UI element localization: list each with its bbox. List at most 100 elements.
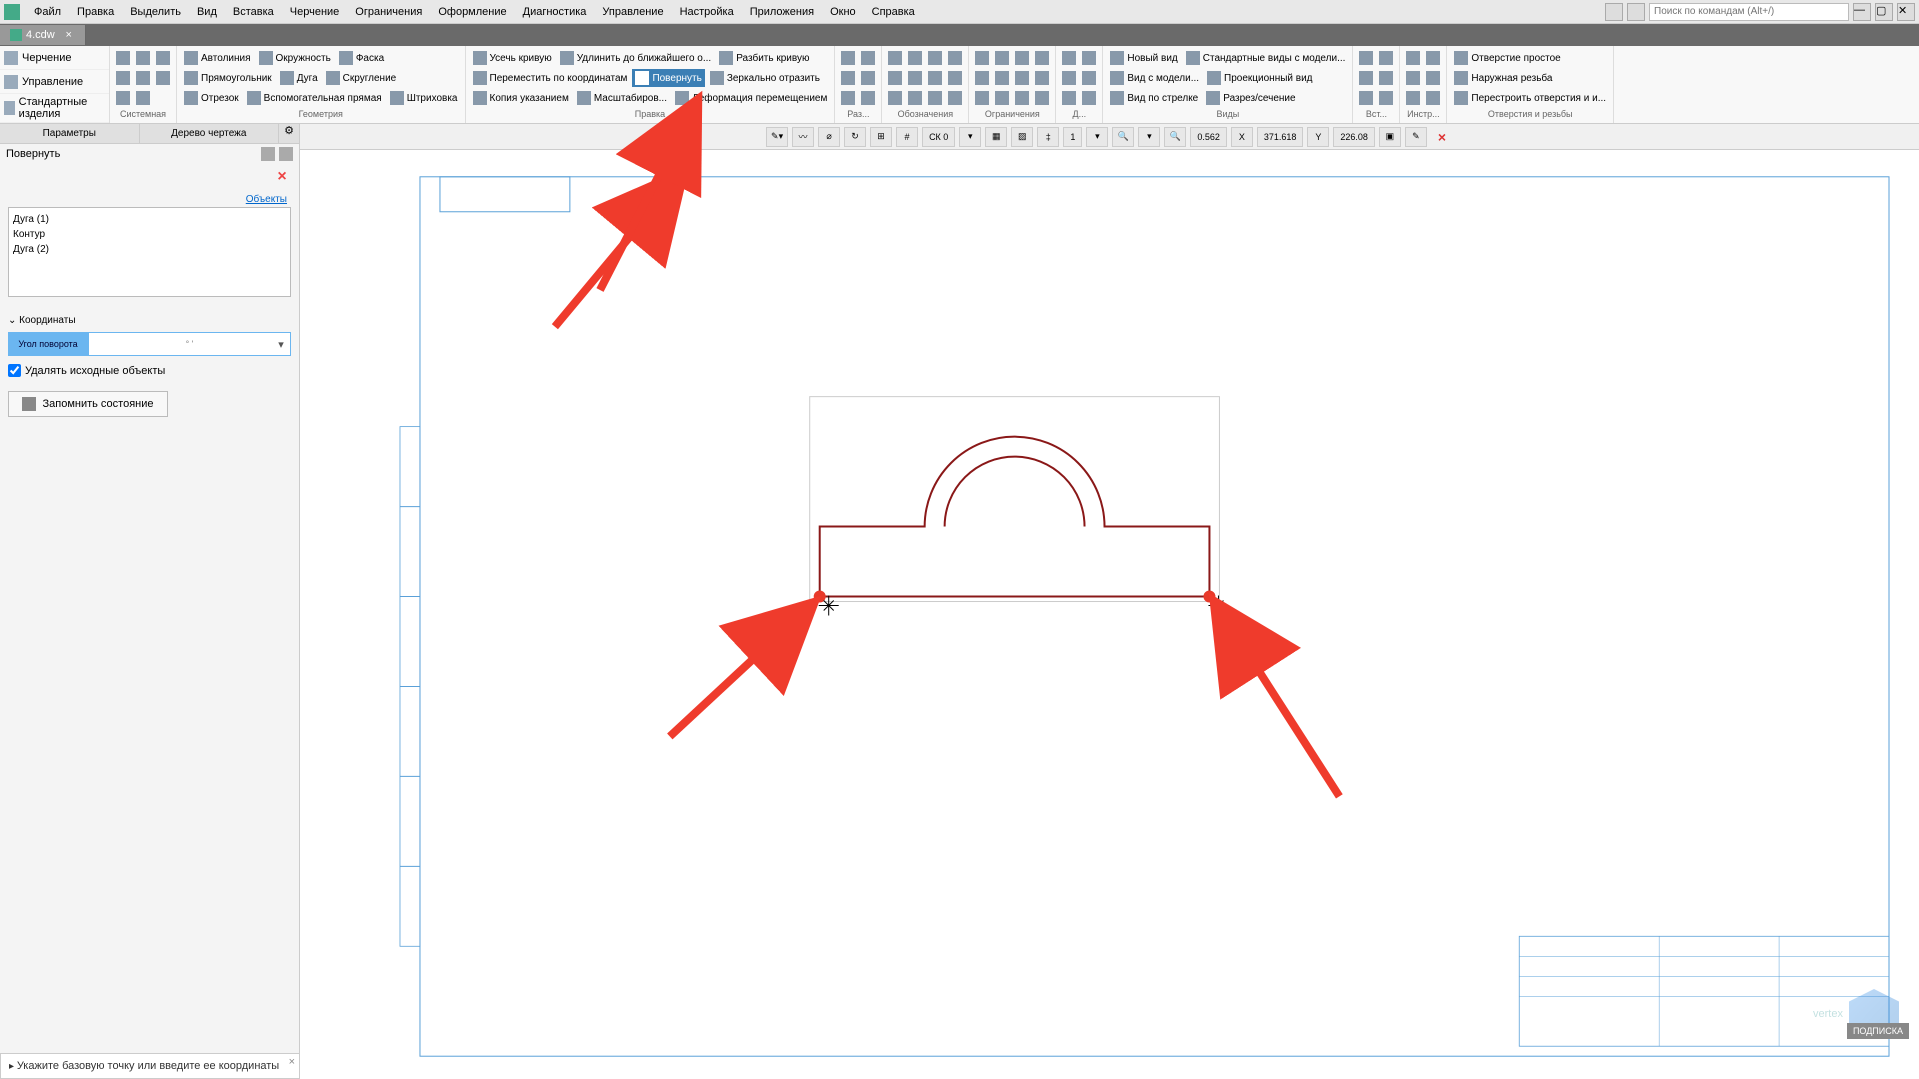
status-close[interactable]: ×	[289, 1056, 295, 1068]
chamfer-button[interactable]: Фаска	[336, 49, 387, 67]
obj-item-3[interactable]: Дуга (2)	[13, 242, 286, 257]
c2[interactable]	[993, 49, 1011, 67]
split-button[interactable]: Разбить кривую	[716, 49, 812, 67]
zoom-in[interactable]: 🔍	[1164, 127, 1186, 147]
c9[interactable]	[973, 89, 991, 107]
dim5[interactable]	[839, 89, 857, 107]
cs-dropdown[interactable]: СК 0	[922, 127, 955, 147]
modelview-button[interactable]: Вид с модели...	[1107, 69, 1202, 87]
grid-toggle[interactable]: #	[896, 127, 918, 147]
dim4[interactable]	[859, 69, 877, 87]
d5[interactable]	[1060, 89, 1078, 107]
newview-button[interactable]: Новый вид	[1107, 49, 1180, 67]
print-button[interactable]	[114, 69, 132, 87]
remember-state-button[interactable]: Запомнить состояние	[8, 391, 168, 417]
d3[interactable]	[1060, 69, 1078, 87]
mode-stdparts[interactable]: Стандартные изделия	[0, 94, 109, 123]
c1[interactable]	[973, 49, 991, 67]
layout-btn-2[interactable]	[1627, 3, 1645, 21]
t1[interactable]	[1404, 49, 1422, 67]
arrowview-button[interactable]: Вид по стрелке	[1107, 89, 1201, 107]
c6[interactable]	[993, 69, 1011, 87]
drawing-viewport[interactable]	[380, 164, 1899, 1069]
layout-btn-1[interactable]	[1605, 3, 1623, 21]
c7[interactable]	[1013, 69, 1031, 87]
menu-view[interactable]: Вид	[189, 6, 225, 18]
hatch-button[interactable]: Штриховка	[387, 89, 461, 107]
panel-close-button[interactable]: ×	[273, 168, 291, 186]
scale-button[interactable]: Масштабиров...	[574, 89, 670, 107]
ext-thread-button[interactable]: Наружная резьба	[1451, 69, 1555, 87]
d2[interactable]	[1080, 49, 1098, 67]
menu-edit[interactable]: Правка	[69, 6, 122, 18]
t2[interactable]	[1424, 49, 1442, 67]
ct9[interactable]: ▾	[1138, 127, 1160, 147]
c3[interactable]	[1013, 49, 1031, 67]
mirror-button[interactable]: Зеркально отразить	[707, 69, 823, 87]
tab-parameters[interactable]: Параметры	[0, 124, 140, 143]
ct6[interactable]: ▦	[985, 127, 1007, 147]
an2[interactable]	[906, 49, 924, 67]
menu-apps[interactable]: Приложения	[742, 6, 822, 18]
t5[interactable]	[1404, 89, 1422, 107]
ct3[interactable]: ↻	[844, 127, 866, 147]
menu-insert[interactable]: Вставка	[225, 6, 282, 18]
autoline-button[interactable]: Автолиния	[181, 49, 254, 67]
rotate-button[interactable]: Повернуть	[632, 69, 704, 87]
rect-button[interactable]: Прямоугольник	[181, 69, 275, 87]
an8[interactable]	[946, 69, 964, 87]
dim2[interactable]	[859, 49, 877, 67]
document-tab[interactable]: 4.cdw ×	[0, 25, 86, 45]
panel-gear-icon[interactable]: ⚙	[279, 124, 299, 143]
ct4[interactable]: ⊞	[870, 127, 892, 147]
arc-button[interactable]: Дуга	[277, 69, 321, 87]
window-maximize[interactable]: ▢	[1875, 3, 1893, 21]
menu-drawing[interactable]: Черчение	[282, 6, 348, 18]
object-list[interactable]: Дуга (1) Контур Дуга (2)	[8, 207, 291, 297]
command-search[interactable]	[1649, 3, 1849, 21]
angle-input[interactable]: ° ' ▾	[88, 332, 291, 356]
menu-window[interactable]: Окно	[822, 6, 864, 18]
redo-button[interactable]	[134, 89, 152, 107]
menu-manage[interactable]: Управление	[594, 6, 671, 18]
document-tab-close[interactable]: ×	[63, 29, 75, 41]
section-button[interactable]: Разрез/сечение	[1203, 89, 1298, 107]
obj-item-1[interactable]: Дуга (1)	[13, 212, 286, 227]
i2[interactable]	[1377, 49, 1395, 67]
menu-settings[interactable]: Настройка	[672, 6, 742, 18]
d6[interactable]	[1080, 89, 1098, 107]
t6[interactable]	[1424, 89, 1442, 107]
open-button[interactable]	[134, 49, 152, 67]
i5[interactable]	[1357, 89, 1375, 107]
an9[interactable]	[886, 89, 904, 107]
projview-button[interactable]: Проекционный вид	[1204, 69, 1315, 87]
an12[interactable]	[946, 89, 964, 107]
deform-button[interactable]: Деформация перемещением	[672, 89, 830, 107]
window-close[interactable]: ✕	[1897, 3, 1915, 21]
pin-icon[interactable]	[279, 147, 293, 161]
i3[interactable]	[1357, 69, 1375, 87]
mode-drawing[interactable]: Черчение	[0, 46, 109, 70]
line-button[interactable]: Отрезок	[181, 89, 242, 107]
stdviews-button[interactable]: Стандартные виды с модели...	[1183, 49, 1349, 67]
tab-tree[interactable]: Дерево чертежа	[140, 124, 280, 143]
window-minimize[interactable]: —	[1853, 3, 1871, 21]
an10[interactable]	[906, 89, 924, 107]
trim-button[interactable]: Усечь кривую	[470, 49, 555, 67]
i1[interactable]	[1357, 49, 1375, 67]
style-dropdown[interactable]: ✎▾	[766, 127, 788, 147]
ct10[interactable]: ▣	[1379, 127, 1401, 147]
fillet-button[interactable]: Скругление	[323, 69, 400, 87]
obj-item-2[interactable]: Контур	[13, 227, 286, 242]
t3[interactable]	[1404, 69, 1422, 87]
ct11[interactable]: ✎	[1405, 127, 1427, 147]
ct2[interactable]: ⌀	[818, 127, 840, 147]
delete-source-checkbox[interactable]	[8, 364, 21, 377]
c10[interactable]	[993, 89, 1011, 107]
zoom-out[interactable]: 🔍	[1112, 127, 1134, 147]
copy-button[interactable]: Копия указанием	[470, 89, 572, 107]
menu-diagnostics[interactable]: Диагностика	[515, 6, 595, 18]
c5[interactable]	[973, 69, 991, 87]
i4[interactable]	[1377, 69, 1395, 87]
ct1[interactable]: 〰	[792, 127, 814, 147]
